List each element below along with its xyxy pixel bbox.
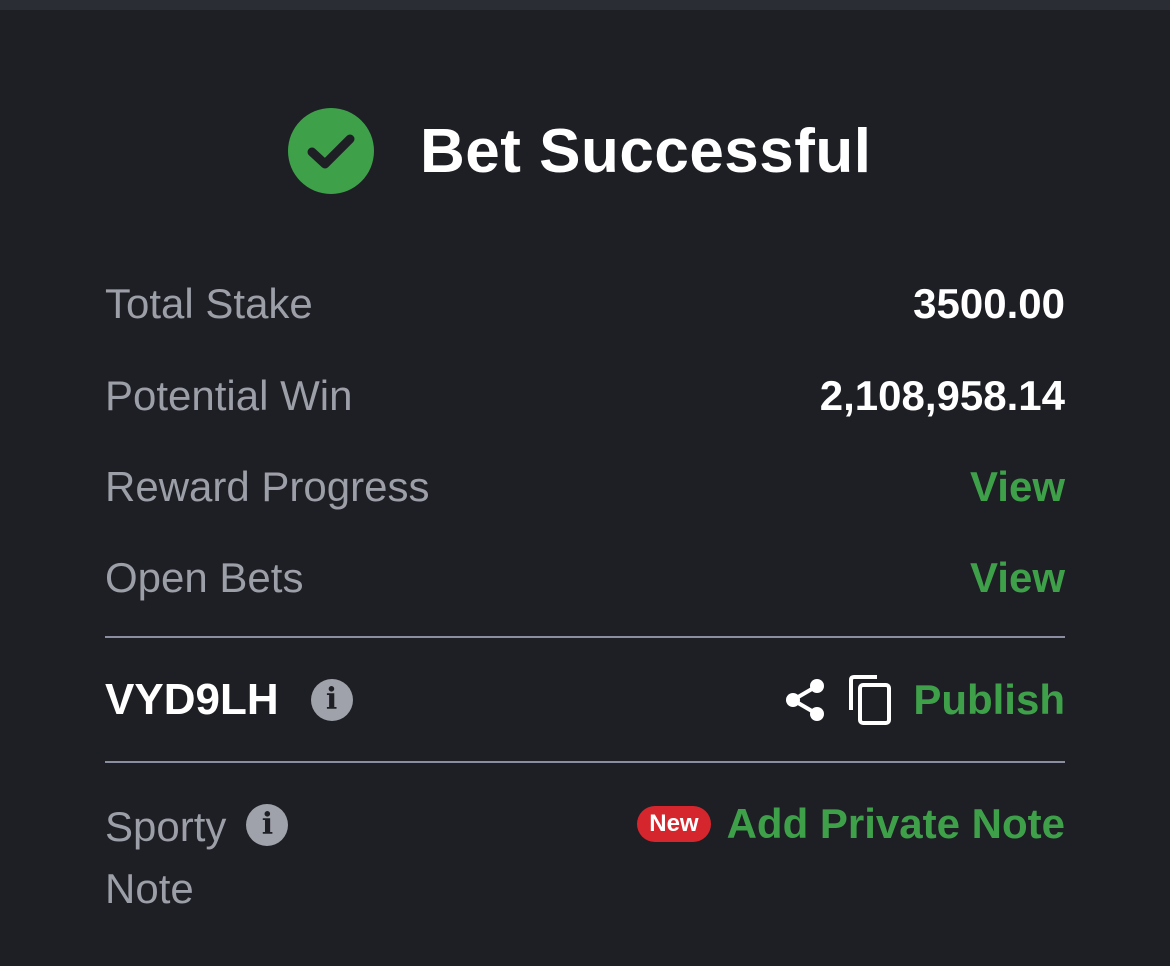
reward-progress-row: Reward Progress View <box>105 461 1065 513</box>
page-title: Bet Successful <box>420 116 872 186</box>
open-bets-row: Open Bets View <box>105 552 1065 604</box>
reward-progress-view-link[interactable]: View <box>970 463 1065 511</box>
success-header: Bet Successful <box>288 108 872 194</box>
reward-progress-label: Reward Progress <box>105 463 430 510</box>
total-stake-value: 3500.00 <box>913 280 1065 327</box>
divider <box>105 761 1065 763</box>
booking-code-group: VYD9LH i <box>105 675 353 725</box>
add-note-group: New Add Private Note <box>637 800 1065 848</box>
new-badge: New <box>637 806 711 842</box>
open-bets-view-link[interactable]: View <box>970 554 1065 602</box>
booking-code-row: VYD9LH i Publish <box>105 670 1065 730</box>
share-icon[interactable] <box>783 677 827 723</box>
total-stake-row: Total Stake 3500.00 <box>105 278 1065 330</box>
potential-win-label: Potential Win <box>105 372 353 419</box>
info-icon[interactable]: i <box>310 679 353 721</box>
publish-button[interactable]: Publish <box>913 676 1065 724</box>
check-circle-icon <box>288 108 374 194</box>
divider <box>105 636 1065 638</box>
sporty-note-label: Sporty Note <box>105 803 227 912</box>
booking-code: VYD9LH <box>105 675 279 724</box>
copy-icon[interactable] <box>847 674 893 726</box>
add-private-note-button[interactable]: Add Private Note <box>727 800 1065 848</box>
top-strip <box>0 0 1170 10</box>
potential-win-row: Potential Win 2,108,958.14 <box>105 370 1065 422</box>
sporty-note-row: Sporty Note i New Add Private Note <box>105 796 1065 926</box>
open-bets-label: Open Bets <box>105 554 304 601</box>
total-stake-label: Total Stake <box>105 280 313 327</box>
potential-win-value: 2,108,958.14 <box>819 372 1065 419</box>
booking-actions: Publish <box>783 674 1065 726</box>
info-icon[interactable]: i <box>246 804 289 846</box>
sporty-note-label-group: Sporty Note i <box>105 796 289 920</box>
